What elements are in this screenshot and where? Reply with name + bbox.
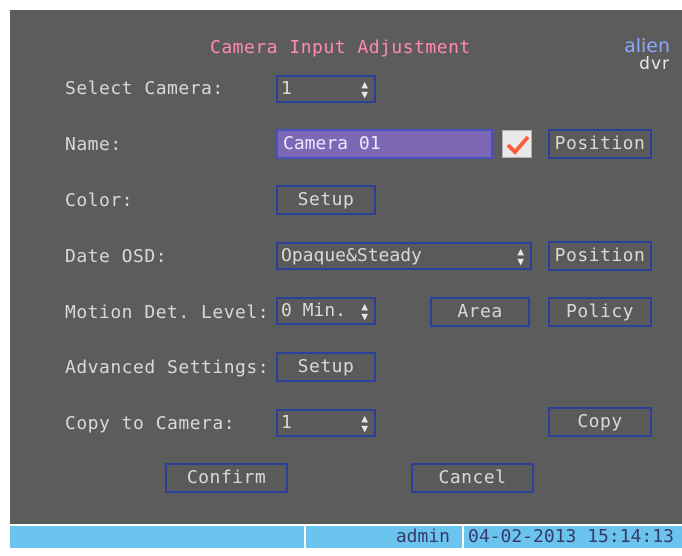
select-camera-value: 1	[281, 78, 292, 99]
up-down-arrow-icon: ▲ ▼	[517, 245, 524, 268]
date-osd-label: Date OSD:	[65, 246, 168, 267]
color-label: Color:	[65, 190, 134, 211]
logo-text-top: alien	[624, 35, 670, 57]
up-down-arrow-icon: ▲ ▼	[361, 412, 368, 435]
status-user: admin	[306, 526, 462, 548]
copy-camera-spinner[interactable]: 1 ▲ ▼	[276, 409, 376, 437]
motion-area-button[interactable]: Area	[430, 297, 530, 327]
dvr-screen: Camera Input Adjustment alien dvr Select…	[0, 0, 682, 556]
motion-level-label: Motion Det. Level:	[65, 302, 270, 323]
name-label: Name:	[65, 134, 122, 155]
cancel-button[interactable]: Cancel	[411, 463, 534, 493]
logo-text-bottom: dvr	[639, 54, 670, 74]
name-position-button[interactable]: Position	[548, 129, 652, 159]
copy-to-camera-label: Copy to Camera:	[65, 413, 236, 434]
date-osd-select[interactable]: Opaque&Steady ▲ ▼	[276, 242, 532, 270]
date-osd-position-button[interactable]: Position	[548, 241, 652, 271]
up-down-arrow-icon: ▲ ▼	[361, 78, 368, 101]
up-down-arrow-icon: ▲ ▼	[361, 300, 368, 323]
status-datetime: 04-02-2013 15:14:13	[464, 526, 682, 548]
status-bar-blank-segment	[10, 526, 304, 548]
status-bar: admin 04-02-2013 15:14:13	[10, 524, 682, 550]
checkmark-icon	[506, 135, 530, 155]
confirm-button[interactable]: Confirm	[165, 463, 288, 493]
motion-policy-button[interactable]: Policy	[548, 297, 652, 327]
motion-level-value: 0 Min.	[281, 300, 347, 321]
brand-logo: alien dvr	[616, 36, 670, 76]
name-display-checkbox[interactable]	[502, 130, 532, 158]
advanced-setup-button[interactable]: Setup	[276, 352, 376, 382]
copy-button[interactable]: Copy	[548, 407, 652, 437]
camera-name-input[interactable]: Camera 01	[276, 129, 493, 159]
select-camera-spinner[interactable]: 1 ▲ ▼	[276, 75, 376, 103]
copy-camera-value: 1	[281, 412, 292, 433]
date-osd-value: Opaque&Steady	[281, 245, 422, 266]
page-title: Camera Input Adjustment	[210, 37, 471, 58]
advanced-settings-label: Advanced Settings:	[65, 357, 270, 378]
select-camera-label: Select Camera:	[65, 78, 224, 99]
motion-level-select[interactable]: 0 Min. ▲ ▼	[276, 297, 376, 325]
color-setup-button[interactable]: Setup	[276, 185, 376, 215]
